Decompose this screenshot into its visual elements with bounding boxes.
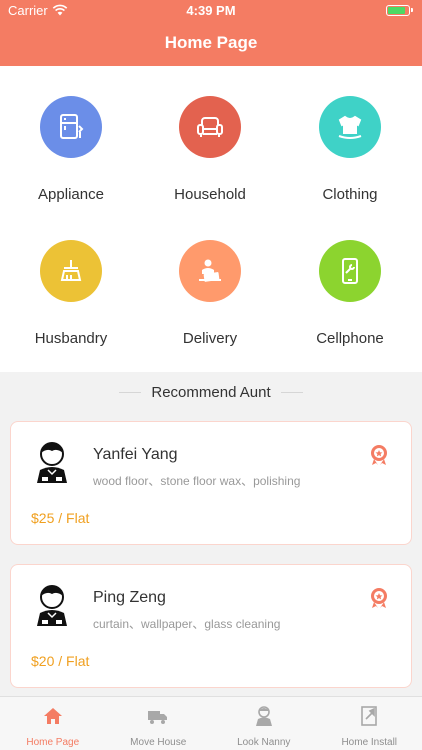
clock: 4:39 PM bbox=[186, 3, 236, 18]
category-label: Husbandry bbox=[34, 330, 108, 347]
install-icon bbox=[361, 706, 378, 726]
category-household[interactable]: Household bbox=[140, 96, 280, 203]
tab-label: Home Page bbox=[26, 737, 80, 748]
category-label: Cellphone bbox=[316, 330, 384, 347]
section-title: Recommend Aunt bbox=[151, 383, 271, 401]
category-delivery[interactable]: Delivery bbox=[140, 240, 280, 347]
award-badge-icon bbox=[371, 588, 387, 608]
delivery-icon bbox=[179, 240, 241, 302]
tab-home-install[interactable]: Home Install bbox=[317, 697, 422, 750]
category-grid: Appliance Household Clothing Husbandry D… bbox=[0, 66, 422, 372]
truck-icon bbox=[148, 711, 168, 724]
category-cellphone[interactable]: Cellphone bbox=[280, 240, 420, 347]
tab-home-page[interactable]: Home Page bbox=[0, 697, 106, 750]
header: Carrier 4:39 PM Home Page bbox=[0, 0, 422, 66]
category-appliance[interactable]: Appliance bbox=[1, 96, 141, 203]
category-label: Household bbox=[174, 186, 246, 203]
aunt-avatar-icon bbox=[37, 585, 67, 626]
category-label: Delivery bbox=[182, 330, 238, 347]
tab-label: Home Install bbox=[341, 737, 398, 748]
aunt-name: Yanfei Yang bbox=[93, 446, 178, 463]
award-badge-icon bbox=[371, 445, 387, 465]
category-label: Clothing bbox=[322, 186, 378, 203]
aunt-skills: curtain、wallpaper、glass cleaning bbox=[93, 617, 281, 631]
tab-label: Look Nanny bbox=[237, 737, 291, 748]
recommend-section-header: Recommend Aunt bbox=[0, 372, 422, 412]
aunt-price: $25 / Flat bbox=[31, 510, 90, 526]
aunt-avatar-icon bbox=[37, 442, 67, 483]
divider bbox=[280, 391, 303, 393]
divider bbox=[119, 391, 142, 393]
appliance-icon bbox=[40, 96, 102, 158]
phone-repair-icon bbox=[319, 240, 381, 302]
aunt-price: $20 / Flat bbox=[31, 653, 90, 669]
page-title: Home Page bbox=[164, 33, 258, 52]
tab-move-house[interactable]: Move House bbox=[106, 697, 212, 750]
category-husbandry[interactable]: Husbandry bbox=[1, 240, 141, 347]
aunt-skills: wood floor、stone floor wax、polishing bbox=[93, 474, 301, 488]
aunt-name: Ping Zeng bbox=[93, 589, 166, 606]
tab-label: Move House bbox=[130, 737, 187, 748]
tab-look-nanny[interactable]: Look Nanny bbox=[211, 697, 317, 750]
sofa-icon bbox=[179, 96, 241, 158]
shirt-icon bbox=[319, 96, 381, 158]
status-bar: Carrier 4:39 PM bbox=[0, 0, 422, 22]
aunt-card[interactable]: Ping Zeng curtain、wallpaper、glass cleani… bbox=[10, 564, 412, 688]
battery-icon bbox=[386, 5, 413, 16]
tab-bar: Home Page Move House Look Nanny Home Ins… bbox=[0, 696, 422, 750]
category-clothing[interactable]: Clothing bbox=[280, 96, 420, 203]
broom-icon bbox=[40, 240, 102, 302]
home-icon bbox=[43, 708, 62, 724]
category-label: Appliance bbox=[38, 186, 104, 203]
aunt-card[interactable]: Yanfei Yang wood floor、stone floor wax、p… bbox=[10, 421, 412, 545]
nanny-icon bbox=[255, 706, 272, 726]
